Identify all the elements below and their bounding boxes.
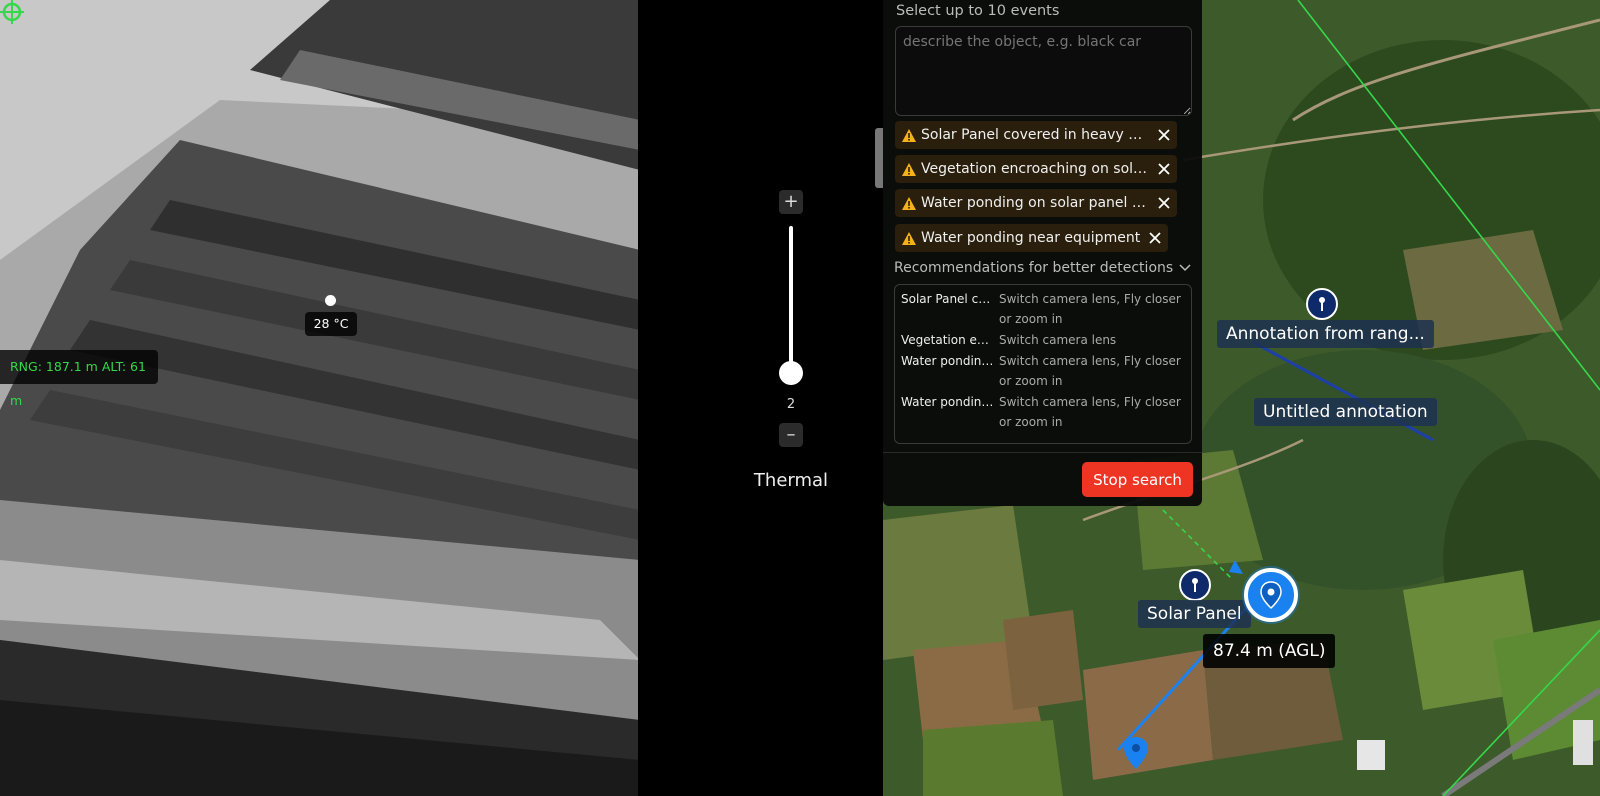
close-icon[interactable] [1157, 128, 1171, 142]
recommendations-list: Solar Panel covered in heavy soiling Swi… [894, 284, 1192, 444]
event-chip-label: Water ponding near equipment [921, 230, 1141, 246]
event-chip[interactable]: Water ponding on solar panel surface [895, 189, 1177, 217]
panel-divider [883, 452, 1202, 453]
recommendation-event: Solar Panel covered in heavy soiling [901, 292, 999, 306]
event-description-input[interactable] [895, 26, 1192, 116]
recommendation-event: Water ponding near equipment [901, 395, 999, 409]
panel-resize-handle[interactable] [875, 128, 883, 188]
recommendation-row: Water ponding near equipment Switch came… [901, 392, 1185, 432]
stop-search-button[interactable]: Stop search [1082, 462, 1193, 497]
zoom-level-value: 2 [786, 397, 796, 412]
thermal-image [0, 0, 638, 796]
recommendation-row: Solar Panel covered in heavy soiling Swi… [901, 289, 1185, 329]
annotation-label-solar-panel[interactable]: Solar Panel [1138, 600, 1251, 628]
warning-icon [902, 231, 916, 245]
zoom-out-button[interactable]: – [779, 423, 803, 447]
annotation-label-untitled[interactable]: Untitled annotation [1254, 398, 1437, 426]
annotation-pin-icon[interactable] [1306, 288, 1338, 320]
event-chip[interactable]: Vegetation encroaching on solar panels [895, 155, 1177, 183]
recommendation-row: Water ponding on solar panel Switch came… [901, 351, 1185, 391]
zoom-control: + 2 – Thermal [638, 0, 883, 796]
event-chip-label: Solar Panel covered in heavy soiling or … [921, 127, 1149, 143]
panel-title: Select up to 10 events [896, 3, 1060, 19]
crosshair-icon [0, 0, 24, 24]
close-icon[interactable] [1157, 196, 1171, 210]
event-chip[interactable]: Solar Panel covered in heavy soiling or … [895, 121, 1177, 149]
event-chip-label: Water ponding on solar panel surface [921, 195, 1149, 211]
close-icon[interactable] [1157, 162, 1171, 176]
recommendation-advice: Switch camera lens, Fly closer or zoom i… [999, 395, 1181, 429]
recommendation-advice: Switch camera lens, Fly closer or zoom i… [999, 354, 1181, 388]
temperature-spot-marker[interactable] [325, 295, 336, 306]
close-icon[interactable] [1148, 231, 1162, 245]
zoom-slider-handle[interactable] [779, 361, 803, 385]
zoom-slider-track[interactable] [789, 226, 793, 374]
warning-icon [902, 162, 916, 176]
recommendation-row: Vegetation encroaching Switch camera len… [901, 330, 1185, 350]
event-chip-label: Vegetation encroaching on solar panels [921, 161, 1149, 177]
destination-pin-icon[interactable] [1123, 736, 1149, 770]
event-chip[interactable]: Water ponding near equipment [895, 224, 1169, 252]
recommendation-event: Water ponding on solar panel [901, 354, 999, 368]
recommendations-header[interactable]: Recommendations for better detections [894, 260, 1173, 276]
recommendation-advice: Switch camera lens [999, 333, 1117, 347]
recommendation-event: Vegetation encroaching [901, 333, 999, 347]
solar-panel-pin-icon[interactable] [1179, 569, 1211, 601]
chevron-down-icon[interactable] [1179, 264, 1191, 272]
recommendation-advice: Switch camera lens, Fly closer or zoom i… [999, 292, 1181, 326]
drone-position-icon[interactable] [1244, 568, 1298, 622]
annotation-label-range[interactable]: Annotation from rang... [1217, 320, 1434, 348]
zoom-in-button[interactable]: + [779, 190, 803, 214]
range-altitude-readout: RNG: 187.1 m ALT: 61 m [0, 350, 158, 408]
event-search-panel: Select up to 10 events Solar Panel cover… [883, 0, 1202, 506]
temperature-readout: 28 °C [305, 312, 357, 336]
camera-mode-label[interactable]: Thermal [741, 470, 841, 491]
warning-icon [902, 196, 916, 210]
thermal-camera-feed[interactable]: RNG: 187.1 m ALT: 61 m 28 °C [0, 0, 638, 796]
warning-icon [902, 128, 916, 142]
altitude-agl-readout: 87.4 m (AGL) [1203, 634, 1336, 668]
